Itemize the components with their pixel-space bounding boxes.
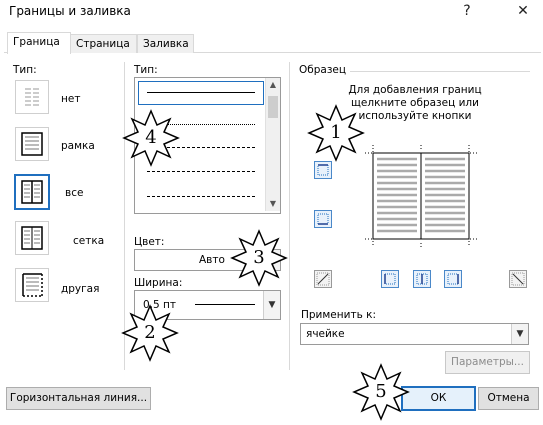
line-style-scrollbar[interactable]: ▲ ▼	[265, 78, 280, 211]
annotation-star-3: 3	[229, 228, 289, 288]
width-line-sample	[195, 304, 255, 305]
close-button[interactable]: ✕	[510, 0, 536, 22]
preview-group-line	[350, 71, 530, 72]
diagonal-down-border-button[interactable]	[314, 270, 332, 288]
scroll-up-icon[interactable]: ▲	[266, 78, 280, 92]
annotation-number-4: 4	[145, 127, 157, 148]
inside-vertical-border-button[interactable]	[413, 270, 431, 288]
width-label: Ширина:	[134, 277, 183, 289]
dash-dot-line-sample[interactable]	[147, 196, 255, 197]
setting-box-icon[interactable]	[15, 127, 49, 161]
cancel-button[interactable]: Отмена	[478, 387, 539, 410]
apply-to-label: Применить к:	[301, 309, 376, 321]
bottom-border-button[interactable]	[314, 210, 332, 228]
setting-custom-label[interactable]: другая	[61, 283, 99, 295]
setting-type-label: Тип:	[13, 64, 37, 76]
long-dashed-line-sample[interactable]	[147, 171, 255, 172]
annotation-star-5: 5	[351, 362, 411, 422]
setting-custom-icon[interactable]	[15, 268, 49, 302]
style-label: Тип:	[134, 64, 158, 76]
annotation-number-2: 2	[144, 322, 156, 343]
help-button[interactable]: ?	[454, 0, 480, 22]
annotation-number-5: 5	[375, 381, 387, 402]
apply-to-select[interactable]: ячейке ▼	[300, 323, 529, 345]
tab-border[interactable]: Граница	[7, 32, 71, 54]
setting-grid-label[interactable]: сетка	[73, 235, 104, 247]
chevron-down-icon[interactable]: ▼	[263, 291, 280, 319]
annotation-star-1: 1	[306, 103, 366, 163]
top-border-button[interactable]	[314, 161, 332, 179]
setting-box-label[interactable]: рамка	[61, 140, 95, 152]
parameters-button[interactable]: Параметры...	[445, 351, 530, 374]
setting-grid-icon[interactable]	[15, 221, 49, 255]
horizontal-line-button[interactable]: Горизонтальная линия...	[6, 387, 151, 410]
left-border-button[interactable]	[381, 270, 399, 288]
preview-label: Образец	[299, 64, 347, 76]
diagonal-up-border-button[interactable]	[509, 270, 527, 288]
right-border-button[interactable]	[444, 270, 462, 288]
annotation-number-1: 1	[330, 122, 342, 143]
scroll-down-icon[interactable]: ▼	[266, 197, 280, 211]
annotation-star-4: 4	[121, 108, 181, 168]
setting-all-label[interactable]: все	[65, 187, 83, 199]
scroll-thumb[interactable]	[268, 96, 278, 118]
ok-button[interactable]: ОК	[401, 386, 476, 411]
chevron-down-icon[interactable]: ▼	[511, 324, 528, 344]
color-value: Авто	[199, 254, 225, 266]
divider-right	[289, 62, 290, 370]
setting-all-icon[interactable]	[14, 174, 50, 210]
annotation-number-3: 3	[253, 247, 265, 268]
color-label: Цвет:	[134, 236, 165, 248]
tab-shading[interactable]: Заливка	[137, 34, 194, 53]
line-style-item-selected[interactable]	[138, 81, 264, 105]
tab-page[interactable]: Страница	[70, 34, 137, 53]
solid-line-sample	[147, 92, 255, 93]
annotation-star-2: 2	[120, 303, 180, 363]
preview-hint-line1: Для добавления границ	[348, 84, 482, 96]
preview-sample[interactable]	[365, 145, 477, 247]
setting-none-icon[interactable]	[15, 80, 49, 114]
window-title: Границы и заливка	[9, 4, 131, 18]
apply-to-value: ячейке	[306, 328, 345, 340]
setting-none-label[interactable]: нет	[61, 93, 80, 105]
